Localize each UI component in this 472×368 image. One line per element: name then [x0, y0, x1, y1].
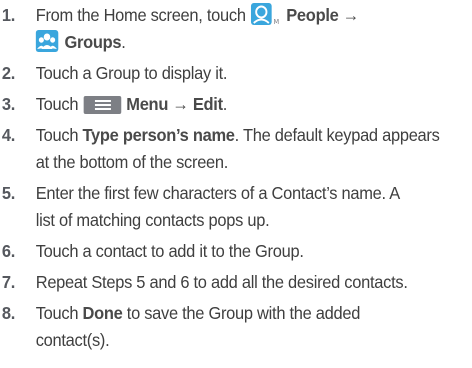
step-text: Touch Menu → Edit. — [36, 91, 227, 123]
people-app-icon: M — [250, 2, 282, 34]
step-text: Repeat Steps 5 and 6 to add all the desi… — [35, 272, 408, 292]
step-number: 7. — [1, 272, 16, 292]
instruction-steps: 1. From the Home screen, touch M People … — [0, 0, 472, 368]
step-number: 4. — [1, 125, 16, 145]
svg-text:M: M — [273, 18, 279, 26]
step-text: Touch Type person’s name. The default ke… — [35, 125, 440, 145]
step-text: Touch a Group to display it. — [35, 63, 228, 83]
step-text: Touch Done to save the Group with the ad… — [35, 303, 361, 323]
step-text: Touch a contact to add it to the Group. — [35, 241, 304, 261]
step-number: 2. — [1, 63, 16, 83]
step-number: 5. — [1, 183, 16, 203]
menu-key-icon — [82, 95, 122, 123]
groups-icon — [35, 29, 60, 61]
step-number: 8. — [1, 303, 16, 323]
step-number: 3. — [1, 94, 16, 114]
step-number: 1. — [1, 5, 16, 25]
step-text: Enter the first few characters of a Cont… — [35, 183, 400, 203]
step-number: 6. — [1, 241, 16, 261]
